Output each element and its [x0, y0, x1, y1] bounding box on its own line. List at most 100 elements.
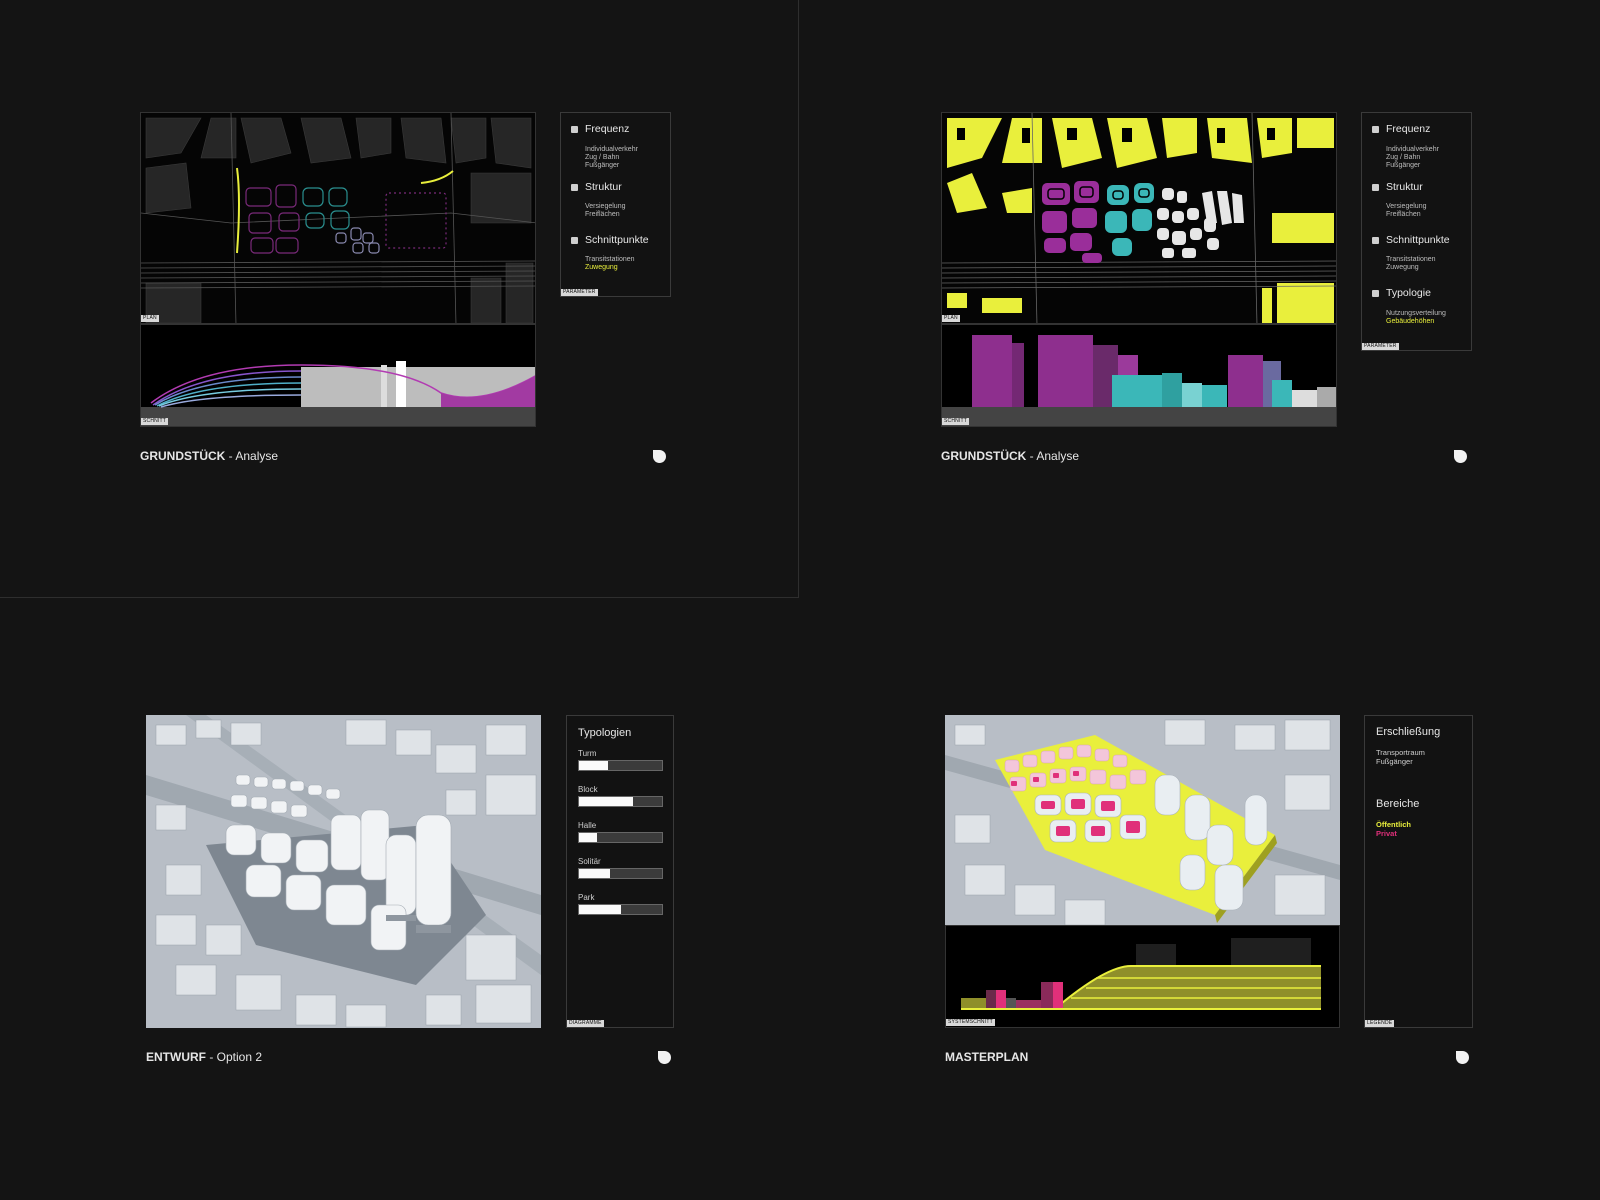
legend-items: Versiegelung Freiflächen [585, 203, 625, 219]
section-image [941, 324, 1337, 427]
legend-frequenz: Frequenz [1372, 123, 1430, 135]
bar-label: Block [578, 785, 598, 794]
bar-label: Turm [578, 749, 597, 758]
slide-caption: GRUNDSTÜCK - Analyse [140, 449, 278, 463]
legend-title-erschliessung: Erschließung [1376, 726, 1441, 738]
legend-item: Zug / Bahn [1386, 154, 1421, 161]
legende-panel: Erschließung Transportraum Fußgänger Ber… [1364, 715, 1473, 1028]
leaf-logo-icon [1456, 1051, 1469, 1064]
legend-item: Nutzungsverteilung [1386, 310, 1446, 317]
legend-items: Transitstationen Zuwegung [585, 256, 635, 272]
site-plan-image [941, 112, 1337, 324]
parameter-panel: Frequenz Individualverkehr Zug / Bahn Fu… [1361, 112, 1472, 351]
section-image [140, 324, 536, 427]
slide-caption: GRUNDSTÜCK - Analyse [941, 449, 1079, 463]
section-tag: SCHNITT [141, 418, 169, 425]
masterplan-render-image [945, 715, 1340, 925]
parameter-tag: PARAMETER [1362, 343, 1399, 350]
legend-struktur: Struktur [1372, 181, 1423, 193]
typologien-panel: Typologien Turm Block Halle Solitär Park [566, 715, 674, 1028]
site-plan-image [140, 112, 536, 324]
legend-item: Freiflächen [585, 211, 620, 218]
square-icon [571, 125, 578, 133]
legend-item: Fußgänger [1376, 757, 1413, 766]
legend-item: Individualverkehr [585, 146, 638, 153]
legend-item: Transitstationen [585, 256, 635, 263]
legend-item: Zug / Bahn [585, 154, 620, 161]
bar-solitaer [578, 868, 663, 879]
bar-fill [579, 797, 633, 806]
bar-label: Halle [578, 821, 597, 830]
legend-item: Individualverkehr [1386, 146, 1439, 153]
legend-item: Transportraum [1376, 748, 1425, 757]
caption-rest: - Option 2 [206, 1050, 263, 1064]
leaf-logo-icon [653, 450, 666, 463]
legend-title: Frequenz [585, 123, 630, 135]
grid-four-icon [1372, 289, 1379, 297]
legend-items: Öffentlich Privat [1376, 820, 1411, 838]
legend-title: Struktur [585, 181, 622, 193]
bar-fill [579, 833, 598, 842]
panel-title: Typologien [578, 727, 632, 739]
legend-item-highlight: Zuwegung [585, 264, 618, 271]
bar-fill [579, 761, 609, 770]
systemschnitt-image [945, 925, 1340, 1028]
bar-block [578, 796, 663, 807]
legend-items: Transportraum Fußgänger [1376, 748, 1425, 766]
plan-tag: PLAN [942, 315, 960, 322]
leaf-logo-icon [658, 1051, 671, 1064]
parameter-tag: PARAMETER [561, 289, 598, 296]
legend-item: Zuwegung [1386, 264, 1419, 271]
caption-bold: MASTERPLAN [945, 1050, 1029, 1064]
legend-title: Struktur [1386, 181, 1423, 193]
legend-item-highlight: Gebäudehöhen [1386, 318, 1435, 325]
plan-tag: PLAN [141, 315, 159, 322]
legende-tag: LEGENDE [1365, 1020, 1395, 1027]
caption-rest: - Analyse [225, 449, 279, 463]
legend-items: Individualverkehr Zug / Bahn Fußgänger [585, 146, 638, 170]
leaf-logo-icon [1454, 450, 1467, 463]
legend-schnittpunkte: Schnittpunkte [1372, 234, 1450, 246]
minus-box-icon [1372, 236, 1379, 244]
parameter-panel: Frequenz Individualverkehr Zug / Bahn Fu… [560, 112, 671, 297]
bar-label: Park [578, 893, 595, 902]
legend-items: Nutzungsverteilung Gebäudehöhen [1386, 310, 1446, 326]
legend-item: Versiegelung [585, 203, 626, 210]
slide-caption: MASTERPLAN [945, 1050, 1028, 1064]
caption-bold: GRUNDSTÜCK [140, 449, 226, 463]
minus-box-icon [571, 236, 578, 244]
caption-bold: ENTWURF [146, 1050, 206, 1064]
legend-title: Frequenz [1386, 123, 1431, 135]
slide-caption: ENTWURF - Option 2 [146, 1050, 262, 1064]
legend-item: Fußgänger [585, 162, 620, 169]
legend-private: Privat [1376, 829, 1397, 838]
grid-icon [1372, 183, 1379, 191]
legend-item: Freiflächen [1386, 211, 1421, 218]
legend-items: Individualverkehr Zug / Bahn Fußgänger [1386, 146, 1439, 170]
legend-title: Schnittpunkte [1386, 234, 1450, 246]
legend-title-bereiche: Bereiche [1376, 798, 1420, 810]
legend-title: Typologie [1386, 287, 1431, 299]
grid-icon [571, 183, 578, 191]
legend-items: Transitstationen Zuwegung [1386, 256, 1436, 272]
legend-title: Schnittpunkte [585, 234, 649, 246]
legend-typologie: Typologie [1372, 287, 1431, 299]
systemschnitt-tag: SYSTEMSCHNITT [946, 1019, 995, 1026]
legend-items: Versiegelung Freiflächen [1386, 203, 1426, 219]
legend-schnittpunkte: Schnittpunkte [571, 234, 649, 246]
legend-item: Transitstationen [1386, 256, 1436, 263]
legend-public: Öffentlich [1376, 820, 1411, 829]
legend-struktur: Struktur [571, 181, 622, 193]
bar-park [578, 904, 663, 915]
bar-fill [579, 905, 621, 914]
bar-turm [578, 760, 663, 771]
design-render-image [146, 715, 541, 1028]
square-icon [1372, 125, 1379, 133]
caption-bold: GRUNDSTÜCK [941, 449, 1027, 463]
bar-label: Solitär [578, 857, 601, 866]
caption-rest: - Analyse [1026, 449, 1080, 463]
bar-halle [578, 832, 663, 843]
bar-fill [579, 869, 610, 878]
legend-item: Versiegelung [1386, 203, 1427, 210]
legend-frequenz: Frequenz [571, 123, 629, 135]
